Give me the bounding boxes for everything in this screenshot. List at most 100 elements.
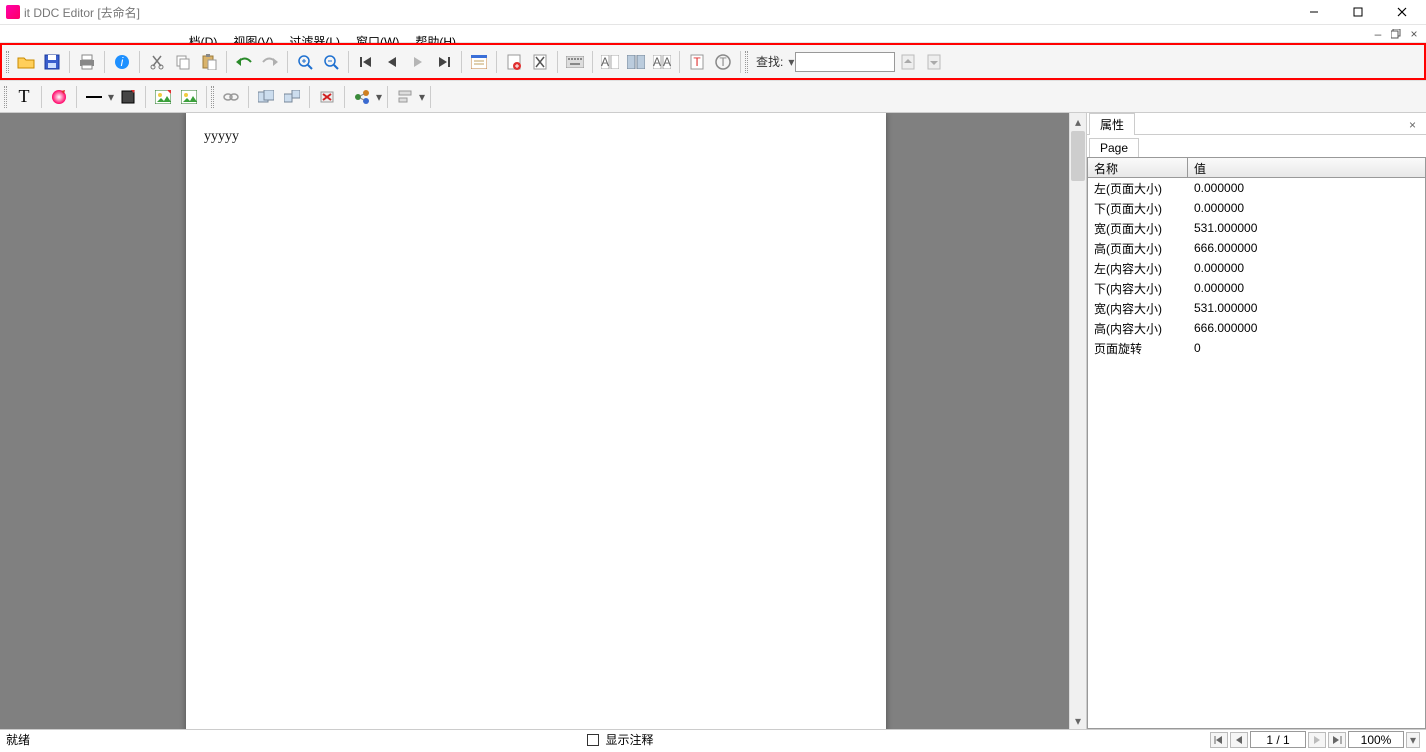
last-page-button[interactable] (432, 50, 456, 74)
share-button[interactable] (350, 85, 374, 109)
property-name: 高(页面大小) (1088, 240, 1188, 257)
prev-page-button[interactable] (380, 50, 404, 74)
window-close-button[interactable] (1380, 0, 1424, 24)
redo-button[interactable] (258, 50, 282, 74)
document-text[interactable]: yyyyy (204, 129, 868, 145)
find-next-button[interactable] (922, 50, 946, 74)
next-page-button[interactable] (406, 50, 430, 74)
property-row[interactable]: 宽(内容大小)531.000000 (1088, 298, 1425, 318)
find-input[interactable] (795, 52, 895, 72)
compare-button[interactable] (624, 50, 648, 74)
share-dropdown[interactable]: ▾ (375, 90, 383, 104)
property-row[interactable]: 页面旋转0 (1088, 338, 1425, 358)
properties-col-name[interactable]: 名称 (1088, 158, 1188, 177)
ungroup-button[interactable] (280, 85, 304, 109)
vertical-scrollbar[interactable]: ▴ ▾ (1069, 113, 1086, 729)
keyboard-button[interactable] (563, 50, 587, 74)
find-replace-button[interactable]: AA (650, 50, 674, 74)
find-prev-button[interactable] (896, 50, 920, 74)
scroll-up-button[interactable]: ▴ (1070, 113, 1086, 130)
toolbar-grip-2[interactable] (745, 51, 748, 73)
find-options-dropdown[interactable]: ▾ (787, 55, 795, 69)
svg-text:A: A (653, 55, 661, 69)
print-button[interactable] (75, 50, 99, 74)
properties-table: 名称 值 左(页面大小)0.000000下(页面大小)0.000000宽(页面大… (1087, 157, 1426, 729)
align-button[interactable] (393, 85, 417, 109)
toolbar2-grip[interactable] (4, 86, 7, 108)
mdi-restore-button[interactable] (1388, 27, 1404, 41)
property-value: 0 (1188, 341, 1425, 355)
image-edit-button[interactable] (177, 85, 201, 109)
property-row[interactable]: 下(内容大小)0.000000 (1088, 278, 1425, 298)
property-value: 0.000000 (1188, 181, 1425, 195)
status-ready: 就绪 (6, 731, 30, 748)
panel-tab-properties[interactable]: 属性 (1089, 113, 1135, 135)
status-first-page-button[interactable] (1210, 732, 1228, 748)
titlebar: it DDC Editor [去命名] (0, 0, 1426, 25)
property-name: 左(内容大小) (1088, 260, 1188, 277)
copy-button[interactable] (171, 50, 195, 74)
property-value: 0.000000 (1188, 261, 1425, 275)
first-page-button[interactable] (354, 50, 378, 74)
line-tool-button[interactable] (82, 85, 106, 109)
status-next-page-button[interactable] (1308, 732, 1326, 748)
text-type-button[interactable]: T (12, 85, 36, 109)
property-name: 宽(页面大小) (1088, 220, 1188, 237)
window-maximize-button[interactable] (1336, 0, 1380, 24)
save-button[interactable] (40, 50, 64, 74)
find-label: 查找: (756, 53, 783, 70)
toolbar2-grip-2[interactable] (211, 86, 214, 108)
align-dropdown[interactable]: ▾ (418, 90, 426, 104)
properties-col-value[interactable]: 值 (1188, 158, 1425, 177)
delete-page-button[interactable] (528, 50, 552, 74)
status-prev-page-button[interactable] (1230, 732, 1248, 748)
image-tool-button[interactable] (151, 85, 175, 109)
rect-tool-button[interactable] (116, 85, 140, 109)
property-row[interactable]: 高(页面大小)666.000000 (1088, 238, 1425, 258)
property-row[interactable]: 宽(页面大小)531.000000 (1088, 218, 1425, 238)
scroll-down-button[interactable]: ▾ (1070, 712, 1086, 729)
scroll-thumb[interactable] (1071, 131, 1085, 181)
app-icon (6, 5, 20, 19)
status-zoom-dropdown[interactable]: ▾ (1406, 732, 1420, 748)
status-zoom-input[interactable] (1348, 731, 1404, 748)
document-page[interactable]: yyyyy (186, 113, 886, 729)
property-row[interactable]: 高(内容大小)666.000000 (1088, 318, 1425, 338)
document-viewport[interactable]: yyyyy (0, 113, 1069, 729)
mdi-close-button[interactable]: × (1406, 27, 1422, 41)
toolbar-grip[interactable] (6, 51, 9, 73)
open-button[interactable] (14, 50, 38, 74)
circle-text-button[interactable]: T (711, 50, 735, 74)
zoom-in-button[interactable] (293, 50, 317, 74)
zoom-out-button[interactable] (319, 50, 343, 74)
property-name: 宽(内容大小) (1088, 300, 1188, 317)
svg-text:A: A (663, 55, 671, 69)
group-button[interactable] (254, 85, 278, 109)
undo-button[interactable] (232, 50, 256, 74)
layout-button[interactable] (467, 50, 491, 74)
color-wheel-button[interactable] (47, 85, 71, 109)
mdi-minimize-button[interactable]: – (1370, 27, 1386, 41)
link-tool-button[interactable] (219, 85, 243, 109)
property-row[interactable]: 左(页面大小)0.000000 (1088, 178, 1425, 198)
delete-tool-button[interactable] (315, 85, 339, 109)
status-last-page-button[interactable] (1328, 732, 1346, 748)
paste-button[interactable] (197, 50, 221, 74)
line-dropdown[interactable]: ▾ (107, 90, 115, 104)
property-row[interactable]: 左(内容大小)0.000000 (1088, 258, 1425, 278)
mdi-controls: ..档(D) 视图(V) 过滤器(L) 窗口(W) 帮助(H) – × (0, 25, 1426, 43)
window-minimize-button[interactable] (1292, 0, 1336, 24)
text-tool-button[interactable]: T (685, 50, 709, 74)
panel-close-button[interactable]: × (1405, 116, 1420, 134)
info-button[interactable]: i (110, 50, 134, 74)
panel-subtab-page[interactable]: Page (1089, 138, 1139, 157)
property-name: 下(页面大小) (1088, 200, 1188, 217)
insert-page-button[interactable] (502, 50, 526, 74)
primary-toolbar-highlight: i A AA T T 查找: ▾ (0, 43, 1426, 80)
show-comments-toggle[interactable]: 显示注释 (587, 731, 654, 748)
cut-button[interactable] (145, 50, 169, 74)
property-row[interactable]: 下(页面大小)0.000000 (1088, 198, 1425, 218)
status-page-input[interactable] (1250, 731, 1306, 748)
primary-toolbar: i A AA T T 查找: ▾ (2, 45, 1424, 78)
ab-tool-button[interactable]: A (598, 50, 622, 74)
